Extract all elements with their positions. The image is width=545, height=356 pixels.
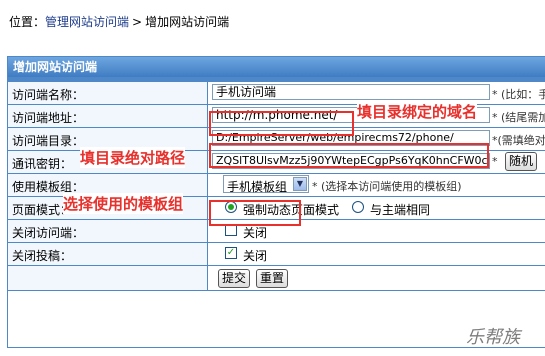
close-access-option: 关闭 bbox=[243, 226, 268, 240]
reset-button[interactable]: 重置 bbox=[256, 269, 289, 288]
url-label: 访问端地址： bbox=[12, 111, 85, 125]
breadcrumb-current: 增加网站访问端 bbox=[145, 15, 230, 29]
close-submit-checkbox[interactable]: ✓ bbox=[225, 247, 237, 259]
panel-footer bbox=[8, 291, 545, 347]
breadcrumb-separator: > bbox=[132, 15, 143, 29]
label-cell: 关闭访问端： bbox=[8, 220, 208, 242]
name-label: 访问端名称： bbox=[12, 88, 85, 102]
name-hint: * (比如：手 bbox=[492, 88, 545, 101]
key-required-mark: * bbox=[492, 155, 498, 168]
name-input[interactable]: 手机访问端 bbox=[212, 84, 490, 100]
watermark-logo: 乐帮族 bbox=[466, 327, 520, 348]
template-select-value: 手机模板组 bbox=[227, 180, 288, 194]
breadcrumb-prefix: 位置： bbox=[9, 15, 46, 29]
annotation-path: 填目录绝对路径 bbox=[80, 147, 186, 168]
key-label: 通讯密钥： bbox=[12, 157, 73, 171]
close-submit-label: 关闭投稿： bbox=[12, 249, 73, 263]
mode-option-same: 与主端相同 bbox=[370, 203, 431, 217]
template-highlight-box bbox=[209, 200, 301, 226]
url-hint: * (结尾需加 bbox=[492, 111, 545, 124]
annotation-template: 选择使用的模板组 bbox=[63, 193, 184, 214]
template-select[interactable]: 手机模板组 ▼ bbox=[223, 175, 309, 194]
close-access-label: 关闭访问端： bbox=[12, 226, 85, 240]
annotation-domain: 填目录绑定的域名 bbox=[357, 101, 478, 122]
value-cell: 提交 重置 bbox=[209, 266, 545, 290]
value-cell: ✓ 关闭 bbox=[209, 243, 545, 265]
panel-title: 增加网站访问端 bbox=[8, 57, 545, 77]
dir-label: 访问端目录： bbox=[12, 134, 85, 148]
breadcrumb: 位置：管理网站访问端 > 增加网站访问端 bbox=[9, 13, 229, 30]
row-close-submit: 关闭投稿： ✓ 关闭 bbox=[8, 243, 545, 265]
label-cell: 访问端名称： bbox=[8, 82, 208, 104]
url-highlight-box bbox=[209, 111, 354, 136]
breadcrumb-link[interactable]: 管理网站访问端 bbox=[45, 15, 129, 29]
chevron-down-icon[interactable]: ▼ bbox=[293, 177, 307, 191]
mode-radio-same[interactable] bbox=[352, 201, 364, 213]
label-cell: 关闭投稿： bbox=[8, 243, 208, 265]
random-key-button[interactable]: 随机 bbox=[505, 152, 538, 171]
close-submit-option: 关闭 bbox=[243, 249, 268, 263]
row-buttons: 提交 重置 bbox=[8, 266, 545, 290]
label-cell bbox=[8, 266, 208, 290]
dir-highlight-box bbox=[209, 143, 489, 168]
value-cell: 手机模板组 ▼ * (选择本访问端使用的模板组) bbox=[209, 174, 545, 196]
label-cell: 访问端地址： bbox=[8, 105, 208, 127]
dir-hint: *(需填绝对 bbox=[492, 134, 545, 147]
template-hint: * (选择本访问端使用的模板组) bbox=[312, 180, 462, 193]
submit-button[interactable]: 提交 bbox=[218, 269, 251, 288]
